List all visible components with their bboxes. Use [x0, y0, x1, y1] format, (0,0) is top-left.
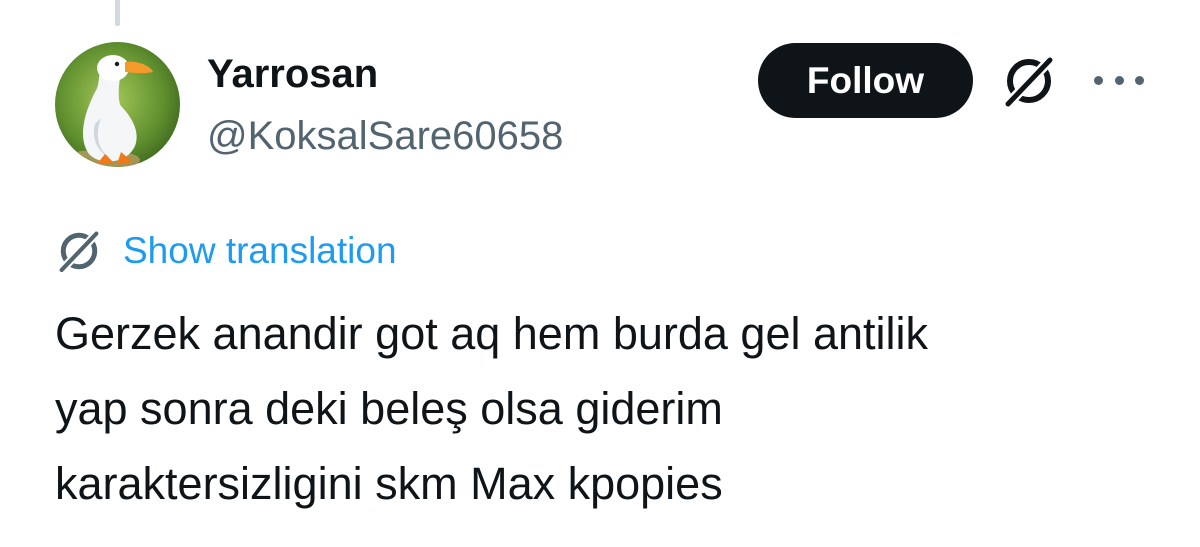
duck-avatar-icon [55, 42, 180, 167]
grok-icon[interactable] [1000, 52, 1058, 111]
follow-button[interactable]: Follow [758, 43, 973, 118]
show-translation-link[interactable]: Show translation [123, 225, 397, 277]
more-dot [1094, 75, 1103, 85]
tweet-text: Gerzek anandir got aq hem burda gel anti… [55, 296, 1155, 521]
thread-connector-line [115, 0, 120, 26]
more-dot [1135, 75, 1144, 85]
avatar[interactable] [55, 42, 180, 167]
grok-translate-icon [55, 227, 103, 276]
more-dot [1114, 75, 1124, 85]
more-options-icon[interactable] [1094, 62, 1144, 98]
translation-row: Show translation [55, 222, 397, 280]
tweet-text-line: Gerzek anandir got aq hem burda gel anti… [55, 308, 929, 359]
user-handle[interactable]: @KoksalSare60658 [207, 110, 563, 162]
display-name[interactable]: Yarrosan [207, 48, 378, 100]
tweet-text-line: yap sonra deki beleş olsa giderim [55, 383, 723, 434]
tweet-text-line: karaktersizligini skm Max kpopies [55, 458, 723, 509]
